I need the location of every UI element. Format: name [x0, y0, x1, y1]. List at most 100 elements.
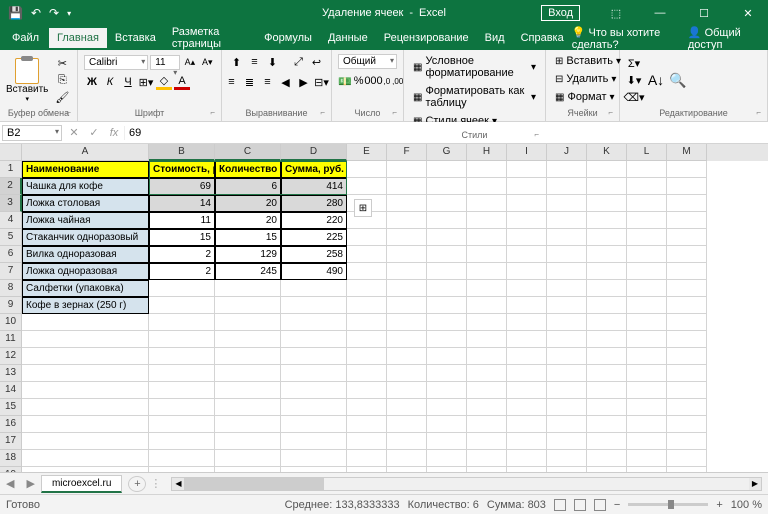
cell[interactable]: [467, 331, 507, 348]
tab-review[interactable]: Рецензирование: [376, 28, 477, 48]
cell[interactable]: 15: [215, 229, 281, 246]
cell[interactable]: [627, 399, 667, 416]
conditional-format-button[interactable]: ▦ Условное форматирование ▾: [410, 54, 539, 80]
column-header[interactable]: I: [507, 144, 547, 161]
insert-cells-button[interactable]: ⊞ Вставить ▾: [552, 54, 624, 68]
cell[interactable]: [507, 280, 547, 297]
cell[interactable]: [587, 297, 627, 314]
align-bottom-icon[interactable]: ⬇: [265, 54, 281, 70]
cell[interactable]: [215, 280, 281, 297]
cell[interactable]: Кофе в зернах (250 г): [22, 297, 149, 314]
row-header[interactable]: 17: [0, 433, 22, 450]
cell[interactable]: [149, 382, 215, 399]
login-button[interactable]: Вход: [541, 5, 580, 21]
cell[interactable]: [387, 246, 427, 263]
cell[interactable]: [467, 348, 507, 365]
cell[interactable]: [547, 416, 587, 433]
row-header[interactable]: 3: [0, 195, 22, 212]
cell[interactable]: [387, 365, 427, 382]
cell[interactable]: [547, 297, 587, 314]
cell[interactable]: [22, 467, 149, 472]
cell[interactable]: [467, 433, 507, 450]
cell[interactable]: [547, 246, 587, 263]
cell[interactable]: [387, 195, 427, 212]
cell[interactable]: [149, 416, 215, 433]
cell[interactable]: [149, 314, 215, 331]
cell[interactable]: [547, 229, 587, 246]
row-header[interactable]: 7: [0, 263, 22, 280]
align-left-icon[interactable]: ≡: [224, 74, 240, 90]
cell[interactable]: [387, 416, 427, 433]
cell[interactable]: [427, 263, 467, 280]
cell[interactable]: [667, 348, 707, 365]
row-header[interactable]: 13: [0, 365, 22, 382]
cell[interactable]: [667, 263, 707, 280]
increase-decimal-icon[interactable]: ,0: [383, 73, 390, 89]
cell[interactable]: [587, 195, 627, 212]
cell[interactable]: [215, 365, 281, 382]
row-header[interactable]: 15: [0, 399, 22, 416]
cell[interactable]: [215, 467, 281, 472]
cell[interactable]: 258: [281, 246, 347, 263]
cell[interactable]: [547, 399, 587, 416]
cell[interactable]: [281, 348, 347, 365]
tell-me[interactable]: 💡 Что вы хотите сделать?: [572, 26, 676, 51]
cell[interactable]: [587, 331, 627, 348]
cell[interactable]: [667, 450, 707, 467]
view-normal-icon[interactable]: [554, 499, 566, 511]
cell[interactable]: [547, 212, 587, 229]
tab-home[interactable]: Главная: [49, 28, 107, 48]
zoom-level[interactable]: 100 %: [731, 499, 762, 511]
currency-icon[interactable]: 💵: [338, 73, 352, 89]
cell[interactable]: [587, 178, 627, 195]
align-top-icon[interactable]: ⬆: [229, 54, 245, 70]
cell[interactable]: 20: [215, 212, 281, 229]
cell[interactable]: [347, 229, 387, 246]
cell[interactable]: [587, 416, 627, 433]
cell[interactable]: [427, 212, 467, 229]
cell[interactable]: [467, 314, 507, 331]
cell[interactable]: [587, 365, 627, 382]
view-break-icon[interactable]: [594, 499, 606, 511]
add-sheet-icon[interactable]: +: [128, 476, 146, 492]
paste-button[interactable]: Вставить ▾: [4, 56, 50, 105]
italic-icon[interactable]: К: [102, 74, 118, 90]
cell[interactable]: [281, 433, 347, 450]
cell[interactable]: [547, 331, 587, 348]
column-header[interactable]: L: [627, 144, 667, 161]
cell[interactable]: [507, 229, 547, 246]
cell[interactable]: [507, 382, 547, 399]
cell[interactable]: [507, 331, 547, 348]
cell[interactable]: [627, 229, 667, 246]
cell[interactable]: [627, 297, 667, 314]
cell[interactable]: [627, 450, 667, 467]
cell[interactable]: Салфетки (упаковка): [22, 280, 149, 297]
cell[interactable]: [467, 280, 507, 297]
cell[interactable]: [627, 314, 667, 331]
shrink-font-icon[interactable]: A▾: [200, 54, 215, 70]
cell[interactable]: [587, 229, 627, 246]
underline-icon[interactable]: Ч: [120, 74, 136, 90]
cell[interactable]: [547, 161, 587, 178]
cell[interactable]: [507, 212, 547, 229]
cell[interactable]: [587, 433, 627, 450]
sheet-nav-next-icon[interactable]: ▶: [20, 477, 40, 490]
tab-formulas[interactable]: Формулы: [256, 28, 320, 48]
cell[interactable]: [507, 195, 547, 212]
cell[interactable]: [215, 331, 281, 348]
cell[interactable]: [347, 365, 387, 382]
cell[interactable]: [281, 297, 347, 314]
cell[interactable]: [587, 280, 627, 297]
cell[interactable]: [507, 467, 547, 472]
row-header[interactable]: 14: [0, 382, 22, 399]
cell[interactable]: [467, 416, 507, 433]
merge-icon[interactable]: ⊟▾: [314, 74, 330, 90]
cell[interactable]: Чашка для кофе: [22, 178, 149, 195]
fx-icon[interactable]: fx: [104, 127, 124, 139]
cell[interactable]: [281, 416, 347, 433]
cell[interactable]: Стоимость, руб.: [149, 161, 215, 178]
cell[interactable]: [627, 331, 667, 348]
row-header[interactable]: 10: [0, 314, 22, 331]
orientation-icon[interactable]: ⤢: [291, 54, 307, 70]
tab-insert[interactable]: Вставка: [107, 28, 164, 48]
